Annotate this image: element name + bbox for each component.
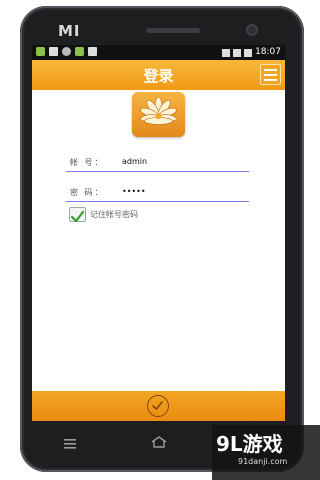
account-field[interactable]: 帐 号： admin (66, 154, 249, 172)
lotus-icon (140, 96, 177, 125)
phone-camera (246, 24, 258, 36)
wifi-icon (222, 48, 231, 57)
sd-card-icon (88, 47, 97, 56)
check-circle-icon (152, 401, 163, 410)
account-label: 帐 号： (70, 158, 105, 167)
menu-icon (264, 68, 277, 71)
phone-speaker (146, 28, 200, 33)
app-screen: 18:07 登录 帐 号： admin 密 码： ••••• 记住帐号密码 (32, 45, 285, 421)
app-notification-icon (75, 47, 84, 56)
signal-icon (233, 48, 242, 57)
remember-option[interactable]: 记住帐号密码 (69, 207, 138, 223)
usb-icon (62, 47, 71, 56)
remember-checkbox[interactable] (69, 207, 86, 223)
checkmark-icon (70, 210, 85, 223)
password-label: 密 码： (70, 188, 105, 197)
app-logo (132, 92, 185, 137)
home-key[interactable] (151, 433, 167, 452)
home-icon (151, 436, 167, 448)
status-time: 18:07 (255, 47, 281, 57)
watermark-logo: 9L游戏 (216, 432, 283, 456)
login-confirm-button[interactable] (147, 395, 169, 417)
battery-icon (244, 48, 253, 57)
status-bar: 18:07 (32, 45, 285, 60)
battery-notification-icon (36, 47, 45, 56)
remember-label: 记住帐号密码 (90, 210, 138, 219)
page-title: 登录 (143, 67, 174, 85)
title-bar: 登录 (32, 60, 285, 90)
menu-button[interactable] (260, 64, 281, 85)
menu-lines-icon (64, 439, 76, 449)
menu-key[interactable] (64, 434, 76, 453)
password-input[interactable]: ••••• (122, 187, 146, 196)
phone-brand-logo: MI (58, 22, 81, 40)
account-input[interactable]: admin (122, 157, 147, 166)
notification-icon (49, 47, 58, 56)
watermark-url: 91danji.com (238, 457, 288, 466)
bottom-bar (32, 391, 285, 421)
password-field[interactable]: 密 码： ••••• (66, 184, 249, 202)
